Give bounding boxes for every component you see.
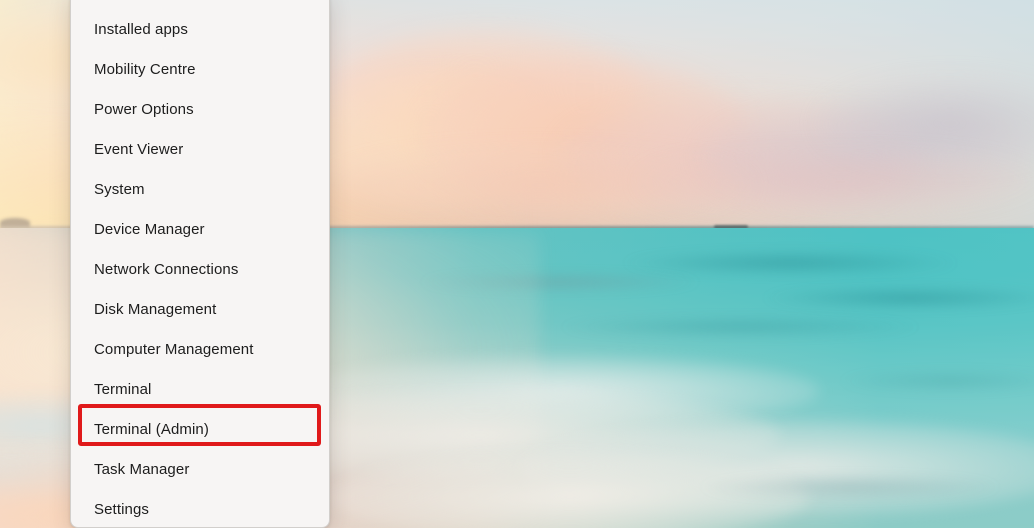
menu-item-label: Settings	[94, 500, 149, 518]
menu-item-label: Event Viewer	[94, 140, 184, 158]
power-user-menu-list: Installed apps Mobility Centre Power Opt…	[71, 0, 329, 527]
menu-item-terminal-admin[interactable]: Terminal (Admin)	[71, 409, 329, 449]
menu-item-label: Task Manager	[94, 460, 190, 478]
menu-item-device-manager[interactable]: Device Manager	[71, 209, 329, 249]
menu-item-event-viewer[interactable]: Event Viewer	[71, 129, 329, 169]
menu-item-settings[interactable]: Settings	[71, 489, 329, 527]
menu-item-installed-apps[interactable]: Installed apps	[71, 9, 329, 49]
menu-item-system[interactable]: System	[71, 169, 329, 209]
menu-item-computer-management[interactable]: Computer Management	[71, 329, 329, 369]
menu-item-label: Terminal	[94, 380, 152, 398]
wallpaper-ripple	[560, 316, 920, 338]
wallpaper-cloud	[640, 152, 1034, 212]
wallpaper-ripple	[620, 250, 960, 276]
power-user-menu[interactable]: Installed apps Mobility Centre Power Opt…	[70, 0, 330, 528]
menu-item-mobility-centre[interactable]: Mobility Centre	[71, 49, 329, 89]
menu-item-network-connections[interactable]: Network Connections	[71, 249, 329, 289]
menu-item-label: Device Manager	[94, 220, 205, 238]
menu-item-label: Power Options	[94, 100, 194, 118]
menu-item-terminal[interactable]: Terminal	[71, 369, 329, 409]
menu-item-disk-management[interactable]: Disk Management	[71, 289, 329, 329]
menu-item-power-options[interactable]: Power Options	[71, 89, 329, 129]
menu-item-label: System	[94, 180, 145, 198]
menu-item-label: Disk Management	[94, 300, 217, 318]
desktop-screen: Installed apps Mobility Centre Power Opt…	[0, 0, 1034, 528]
wallpaper-ripple	[700, 474, 1000, 500]
menu-item-label: Mobility Centre	[94, 60, 196, 78]
menu-item-label: Terminal (Admin)	[94, 420, 209, 438]
menu-item-label: Installed apps	[94, 20, 188, 38]
menu-item-task-manager[interactable]: Task Manager	[71, 449, 329, 489]
menu-item-label: Network Connections	[94, 260, 239, 278]
menu-item-label: Computer Management	[94, 340, 254, 358]
